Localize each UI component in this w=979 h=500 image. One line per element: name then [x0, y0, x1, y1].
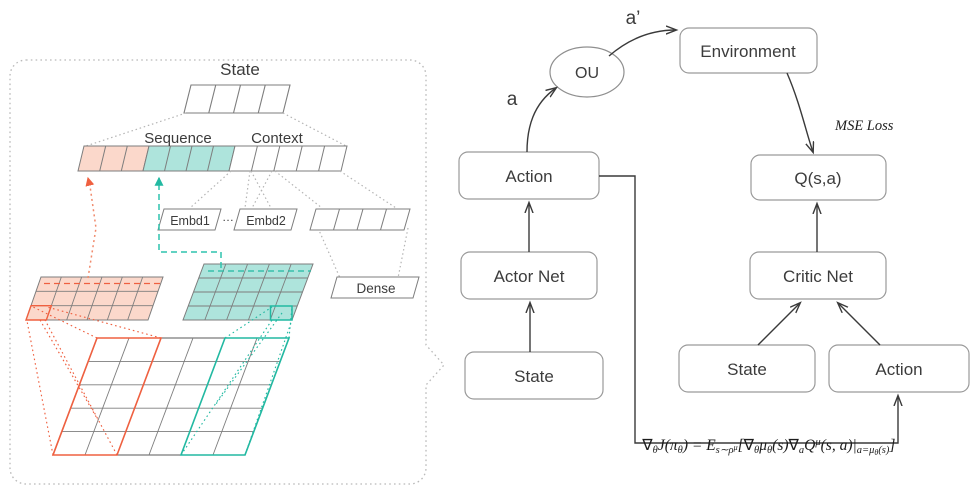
edge-label-a: a [507, 89, 518, 110]
action-top-label: Action [505, 167, 552, 186]
sequence-label: Sequence [144, 130, 212, 147]
context-vector [309, 208, 411, 231]
diagram-canvas: State Sequence Context Embd1 … Embd2 Den… [0, 0, 970, 485]
edge-label-a-prime: a’ [626, 8, 641, 29]
embd2-label: Embd2 [246, 214, 286, 228]
environment-label: Environment [700, 42, 796, 61]
embd1-label: Embd1 [170, 214, 210, 228]
policy-gradient-formula: ∇θJ(πθ) = Es∼ρμ[∇θμθ(s)∇aQμ(s, a)|a=μθ(s… [607, 437, 922, 457]
feature-bar [77, 145, 348, 172]
state-actor-label: State [514, 367, 554, 386]
context-label: Context [251, 130, 304, 147]
diagram-root: State Sequence Context Embd1 … Embd2 Den… [0, 0, 979, 500]
ou-label: OU [575, 65, 599, 82]
q-value-label: Q(s,a) [794, 169, 841, 188]
action-critic-label: Action [875, 360, 922, 379]
embd-ellipsis-label: … [222, 210, 234, 224]
critic-net-label: Critic Net [783, 267, 853, 286]
state-critic-label: State [727, 360, 767, 379]
pink-flow-arrow [85, 176, 97, 279]
teal-feature-grid [183, 264, 314, 321]
actor-net-label: Actor Net [494, 267, 565, 286]
edge-label-mse-loss: MSE Loss [834, 118, 894, 134]
state-label: State [220, 60, 260, 79]
state-vector [183, 84, 291, 114]
dense-label: Dense [356, 281, 395, 296]
svg-text:∇θJ(πθ) = Es∼ρμ[∇θμθ(s)∇aQμ(s,: ∇θJ(πθ) = Es∼ρμ[∇θμθ(s)∇aQμ(s, a)|a=μθ(s… [607, 437, 922, 457]
state-to-features-connectors [85, 112, 347, 147]
base-sequence-grid [51, 337, 291, 456]
